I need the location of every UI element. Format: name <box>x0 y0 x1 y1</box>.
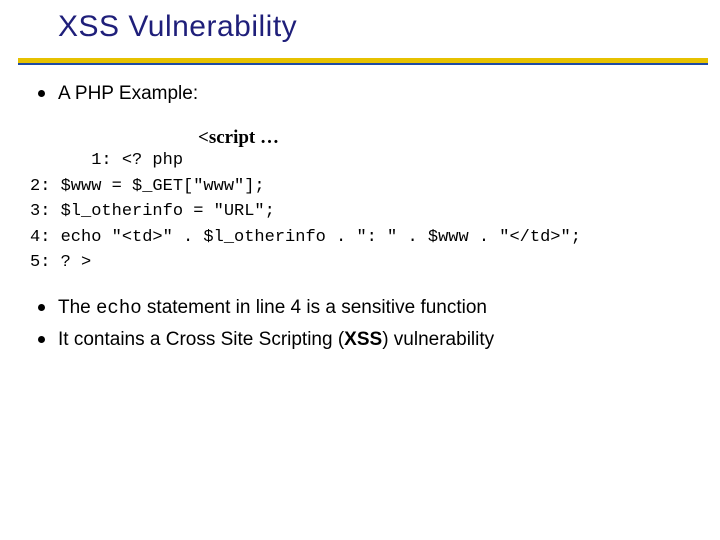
content-area: A PHP Example: <script … 1: <? php 2: $ww… <box>30 80 690 359</box>
code-line: 2: $www = $_GET["www"]; <box>30 177 265 196</box>
code-line: 4: echo "<td>" . $l_otherinfo . ": " . $… <box>30 228 581 247</box>
code-line: 1: <? php <box>91 151 183 170</box>
bullet-text-pre: It contains a Cross Site Scripting ( <box>58 329 344 350</box>
code-line: 3: $l_otherinfo = "URL"; <box>30 202 275 221</box>
divider-blue <box>18 63 708 65</box>
script-annotation: <script … <box>198 124 279 153</box>
page-title: XSS Vulnerability <box>58 10 297 44</box>
list-item: A PHP Example: <box>30 80 690 109</box>
slide: XSS Vulnerability A PHP Example: <script… <box>0 0 720 540</box>
top-bullet-list: A PHP Example: <box>30 80 690 109</box>
code-block: <script … 1: <? php 2: $www = $_GET["www"… <box>30 123 690 276</box>
bottom-bullet-list: The echo statement in line 4 is a sensit… <box>30 294 690 355</box>
bullet-bold: XSS <box>344 329 382 350</box>
code-line: 5: ? > <box>30 253 91 272</box>
bullet-text: A PHP Example: <box>58 83 198 104</box>
bullet-text-pre: The <box>58 297 96 318</box>
bullet-code: echo <box>96 297 142 319</box>
list-item: It contains a Cross Site Scripting (XSS)… <box>30 326 690 355</box>
bullet-text-post: statement in line 4 is a sensitive funct… <box>142 297 487 318</box>
list-item: The echo statement in line 4 is a sensit… <box>30 294 690 323</box>
bullet-text-post: ) vulnerability <box>382 329 494 350</box>
